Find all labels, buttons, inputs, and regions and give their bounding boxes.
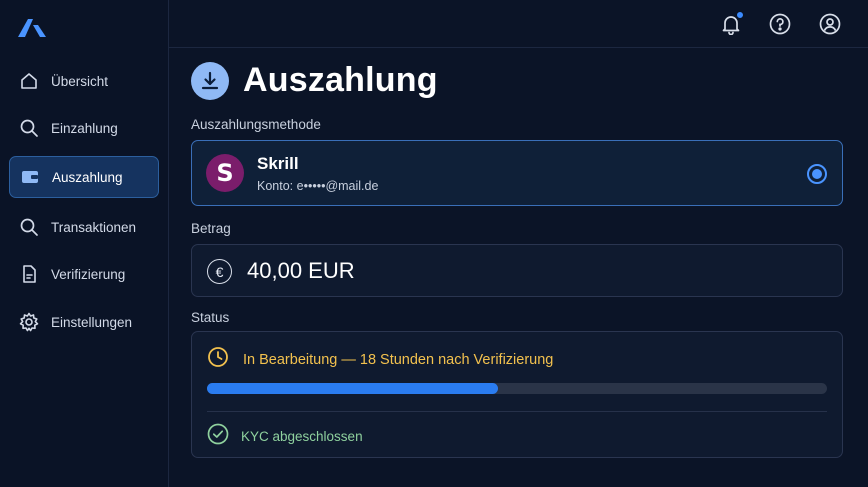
- status-section-label: Status: [191, 310, 230, 325]
- method-name: Skrill: [257, 154, 299, 173]
- kyc-row: KYC abgeschlossen: [207, 423, 363, 450]
- topbar: [169, 0, 868, 48]
- bell-icon[interactable]: [720, 11, 744, 35]
- document-icon: [19, 264, 39, 284]
- progress-fill: [207, 383, 499, 394]
- sidebar-item-label: Transaktionen: [51, 219, 137, 235]
- sidebar-item-auszahlung[interactable]: Auszahlung: [9, 156, 159, 198]
- radio-selected-dot: [812, 169, 822, 179]
- kyc-status-text: KYC abgeschlossen: [241, 429, 363, 444]
- sidebar-item-label: Verifizierung: [51, 266, 126, 282]
- sidebar-item-verifizierung[interactable]: Verifizierung: [9, 253, 159, 295]
- download-icon: [191, 61, 229, 100]
- sidebar: Übersicht Einzahlung Auszahlung Transakt…: [0, 0, 169, 487]
- divider: [207, 411, 827, 412]
- sidebar-item-label: Auszahlung: [52, 169, 123, 185]
- sidebar-item-label: Übersicht: [51, 73, 109, 89]
- sidebar-item-einzahlung[interactable]: Einzahlung: [9, 107, 159, 149]
- sidebar-item-label: Einstellungen: [51, 314, 133, 330]
- status-card: In Bearbeitung — 18 Stunden nach Verifiz…: [191, 331, 843, 458]
- sidebar-item-einstellungen[interactable]: Einstellungen: [9, 301, 159, 343]
- notification-badge: [736, 11, 744, 19]
- amount-field[interactable]: € 40,00 EUR: [191, 244, 843, 297]
- sidebar-item-uebersicht[interactable]: Übersicht: [9, 60, 159, 102]
- status-row: In Bearbeitung — 18 Stunden nach Verifiz…: [207, 346, 553, 373]
- page-header: Auszahlung: [191, 61, 438, 100]
- page-title: Auszahlung: [243, 61, 438, 99]
- search-icon: [19, 118, 39, 138]
- sidebar-item-transaktionen[interactable]: Transaktionen: [9, 206, 159, 248]
- status-text: In Bearbeitung — 18 Stunden nach Verifiz…: [243, 351, 554, 368]
- wallet-icon: [20, 167, 40, 187]
- amount-value: 40,00 EUR: [247, 258, 355, 283]
- help-icon[interactable]: [769, 13, 791, 35]
- progress-bar: [207, 383, 827, 394]
- clock-icon: [207, 346, 229, 373]
- brand-logo-icon[interactable]: [16, 16, 48, 40]
- check-circle-icon: [207, 423, 229, 450]
- skrill-logo: S: [206, 154, 244, 192]
- gear-icon: [19, 312, 39, 332]
- user-icon[interactable]: [819, 13, 841, 35]
- amount-section-label: Betrag: [191, 221, 231, 236]
- method-section-label: Auszahlungsmethode: [191, 117, 321, 132]
- sidebar-item-label: Einzahlung: [51, 120, 118, 136]
- method-account: Konto: e•••••@mail.de: [257, 179, 379, 193]
- home-icon: [19, 71, 39, 91]
- method-radio[interactable]: [807, 164, 827, 184]
- euro-icon: €: [207, 259, 232, 284]
- payout-method-card[interactable]: S Skrill Konto: e•••••@mail.de: [191, 140, 843, 206]
- search-icon: [19, 217, 39, 237]
